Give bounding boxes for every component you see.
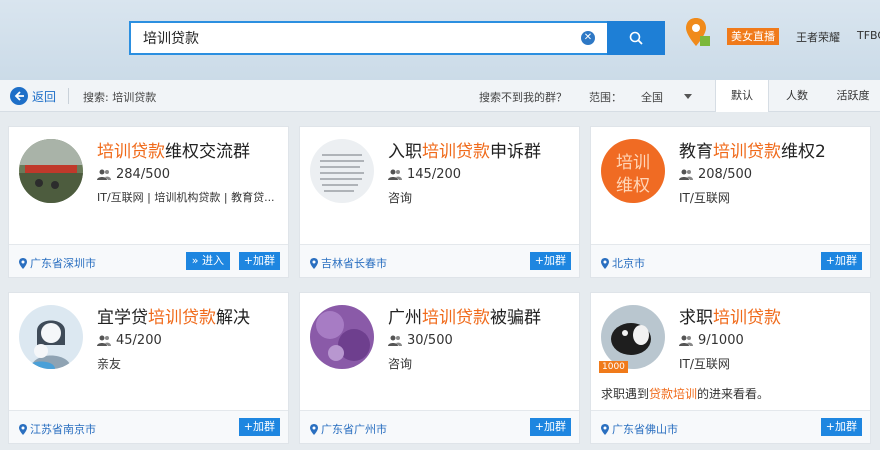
range-label: 范围： [589,91,622,104]
group-location: 广东省广州市 [310,421,387,437]
group-title[interactable]: 广州培训贷款被骗群 [388,303,541,328]
join-button[interactable]: +加群 [238,252,280,270]
group-location: 广东省深圳市 [19,255,96,271]
join-button[interactable]: +加群 [529,252,571,270]
group-avatar [310,139,374,203]
card-footer: 广东省广州市 +加群 [300,410,579,443]
group-title[interactable]: 入职培训贷款申诉群 [388,137,541,162]
card-footer: 北京市 +加群 [591,244,870,277]
group-card[interactable]: 培训 维权 教育培训贷款维权2 208/500 IT/互联网 北京市 +加群 [590,126,871,278]
group-location: 北京市 [601,255,645,271]
range-select[interactable]: 全国 [641,89,663,105]
group-title[interactable]: 求职培训贷款 [679,303,781,328]
group-title[interactable]: 教育培训贷款维权2 [679,137,826,162]
group-avatar: 培训 维权 [601,139,665,203]
not-found-link[interactable]: 搜索不到我的群？ [479,89,567,105]
members-icon [388,169,402,180]
group-card[interactable]: 宜学贷培训贷款解决 45/200 亲友 江苏省南京市 +加群 [8,292,289,444]
members-icon [97,335,111,346]
search-button[interactable] [607,21,665,55]
chevron-down-icon[interactable] [684,94,692,99]
tab-members[interactable]: 人数 [770,80,824,112]
members-icon [388,335,402,346]
clear-icon[interactable]: ✕ [581,31,595,45]
member-count: 284/500 [97,167,170,182]
group-tags: IT/互联网 | 培训机构贷款 | 教育贷... [97,191,275,204]
members-icon [679,169,693,180]
filter-bar: 返回 搜索: 培训贷款 搜索不到我的群？ 范围： 全国 默认 人数 活跃度 [0,80,880,112]
group-avatar [601,305,665,369]
card-footer: 广东省深圳市 » 进入 +加群 [9,244,288,277]
join-button[interactable]: +加群 [820,252,862,270]
group-title[interactable]: 培训贷款维权交流群 [97,137,250,162]
group-title[interactable]: 宜学贷培训贷款解决 [97,303,250,328]
join-button[interactable]: +加群 [238,418,280,436]
group-avatar [310,305,374,369]
group-tags: 亲友 [97,357,122,371]
user-link[interactable]: 王者荣耀 [796,29,840,45]
level-badge: 1000 [599,361,628,373]
location-pin-icon[interactable] [684,16,714,52]
tab-activity[interactable]: 活跃度 [826,80,880,112]
group-tags: 咨询 [388,191,413,205]
group-location: 吉林省长春市 [310,255,387,271]
group-card[interactable]: 1000 求职培训贷款 9/1000 IT/互联网 求职遇到贷款培训的进来看看。… [590,292,871,444]
search-box: ✕ [129,21,607,55]
group-location: 广东省佛山市 [601,421,678,437]
member-count: 45/200 [97,333,162,348]
back-arrow-icon [10,87,28,105]
divider [68,88,69,104]
group-description: 求职遇到贷款培训的进来看看。 [601,387,770,401]
member-count: 208/500 [679,167,752,182]
location-icon [19,257,27,269]
card-footer: 吉林省长春市 +加群 [300,244,579,277]
join-button[interactable]: +加群 [529,418,571,436]
card-footer: 广东省佛山市 +加群 [591,410,870,443]
group-card[interactable]: 广州培训贷款被骗群 30/500 咨询 广东省广州市 +加群 [299,292,580,444]
location-icon [601,423,609,435]
location-icon [601,257,609,269]
group-card[interactable]: 入职培训贷款申诉群 145/200 咨询 吉林省长春市 +加群 [299,126,580,278]
member-count: 145/200 [388,167,461,182]
group-tags: IT/互联网 [679,191,730,205]
back-button[interactable]: 返回 [10,87,56,105]
search-input[interactable] [143,23,563,53]
join-button[interactable]: +加群 [820,418,862,436]
location-icon [310,423,318,435]
back-label: 返回 [32,89,57,104]
group-location: 江苏省南京市 [19,421,96,437]
tab-default[interactable]: 默认 [715,80,769,112]
search-icon [629,31,643,45]
group-tags: IT/互联网 [679,357,730,371]
members-icon [679,335,693,346]
group-avatar [19,305,83,369]
group-tags: 咨询 [388,357,413,371]
location-icon [19,423,27,435]
card-footer: 江苏省南京市 +加群 [9,410,288,443]
svg-text:维权: 维权 [616,176,650,196]
search-query-label: 搜索: 培训贷款 [83,91,157,104]
avatar-text-top: 培训 [616,153,650,173]
extra-link[interactable]: TFBOYS [857,29,880,42]
member-count: 30/500 [388,333,453,348]
group-avatar [19,139,83,203]
live-badge[interactable]: 美女直播 [727,28,779,45]
member-count: 9/1000 [679,333,744,348]
top-bar: ✕ 美女直播 王者荣耀 TFBOYS [0,0,880,80]
members-icon [97,169,111,180]
location-icon [310,257,318,269]
group-card[interactable]: 培训贷款维权交流群 284/500 IT/互联网 | 培训机构贷款 | 教育贷.… [8,126,289,278]
enter-button[interactable]: » 进入 [185,252,230,270]
